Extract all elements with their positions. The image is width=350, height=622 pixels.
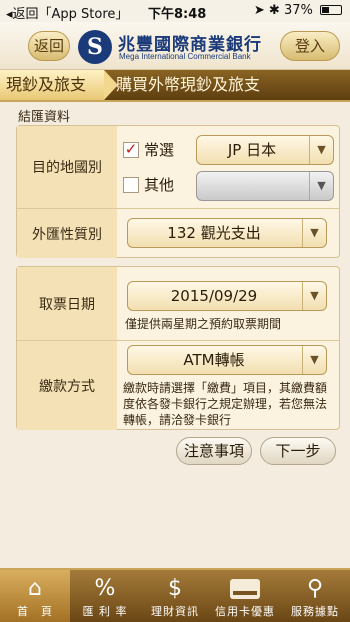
status-icons-text: ➤ ✱ 37% (253, 3, 313, 18)
chevron-down-icon: ▼ (302, 219, 326, 247)
pickup-date-select[interactable]: 2015/09/29 ▼ (127, 281, 327, 311)
tab-label: 信用卡優惠 (215, 605, 275, 618)
exchange-info-panel: 目的地國別 外匯性質別 ✓ 常選 JP 日本 ▼ 其他 ▼ 132 觀光支出 ▼ (16, 125, 340, 258)
payment-method-value: ATM轉帳 (183, 351, 245, 369)
other-country-select[interactable]: ▼ (196, 171, 334, 201)
chevron-down-icon: ▼ (302, 282, 326, 310)
destination-label: 目的地國別 (17, 126, 117, 208)
tab-label: 理財資訊 (151, 605, 199, 618)
section-title: 結匯資料 (18, 110, 71, 125)
fx-nature-label: 外匯性質別 (17, 209, 117, 258)
card-icon (210, 576, 280, 602)
pickup-date-value: 2015/09/29 (170, 287, 258, 305)
status-indicators: ➤ ✱ 37% (254, 3, 342, 18)
pickup-date-note: 僅提供兩星期之預約取票期間 (125, 317, 282, 331)
frequent-country-select[interactable]: JP 日本 ▼ (196, 135, 334, 165)
home-icon: ⌂ (28, 576, 42, 601)
breadcrumb-current-page: 購買外幣現鈔及旅支 (116, 75, 261, 94)
battery-icon (320, 5, 342, 15)
fx-nature-select[interactable]: 132 觀光支出 ▼ (127, 218, 327, 248)
notice-button[interactable]: 注意事項 (176, 437, 252, 465)
tab-label: 服務據點 (291, 605, 339, 618)
frequent-country-label: 常選 (144, 141, 175, 159)
breadcrumb-cash-travelers-cheques[interactable]: 現鈔及旅支 (0, 70, 118, 100)
pickup-payment-panel: 取票日期 繳款方式 2015/09/29 ▼ 僅提供兩星期之預約取票期間 ATM… (16, 266, 340, 430)
tab-home[interactable]: ⌂ 首 頁 (0, 570, 70, 622)
back-button[interactable]: 返回 (28, 31, 70, 61)
frequent-country-value: JP 日本 (227, 141, 277, 159)
payment-method-label: 繳款方式 (17, 341, 117, 430)
tab-rates[interactable]: % 匯 利 率 (70, 570, 140, 622)
bank-logo-icon: S (78, 30, 112, 64)
tab-label: 匯 利 率 (82, 605, 128, 618)
app-header: 返回 S 兆豐國際商業銀行 Mega International Commerc… (0, 22, 350, 70)
status-bar: ◂返回「App Store」 下午8:48 ➤ ✱ 37% (0, 0, 350, 22)
fx-nature-value: 132 觀光支出 (167, 224, 261, 242)
login-button[interactable]: 登入 (280, 31, 340, 61)
chevron-down-icon: ▼ (309, 136, 333, 164)
tab-service-locations[interactable]: ⚲ 服務據點 (280, 570, 350, 622)
tab-wealth-info[interactable]: $ 理財資訊 (140, 570, 210, 622)
tab-label: 首 頁 (17, 605, 53, 618)
percent-icon: % (94, 576, 116, 601)
other-country-checkbox[interactable] (123, 177, 139, 193)
bank-name-en: Mega International Commercial Bank (119, 52, 251, 61)
status-time: 下午8:48 (148, 7, 207, 22)
breadcrumb: 現鈔及旅支 購買外幣現鈔及旅支 (0, 70, 350, 102)
payment-method-select[interactable]: ATM轉帳 ▼ (127, 345, 327, 375)
payment-method-note: 繳款時請選擇「繳費」項目，其繳費額度依各發卡銀行之規定辦理，若您無法轉帳，請洽發… (123, 381, 328, 427)
other-country-label: 其他 (144, 176, 175, 194)
chevron-down-icon: ▼ (309, 172, 333, 200)
bottom-tab-bar: ⌂ 首 頁 % 匯 利 率 $ 理財資訊 信用卡優惠 ⚲ 服務據點 (0, 568, 350, 622)
dollar-icon: $ (168, 576, 182, 601)
return-to-app-store-link[interactable]: ◂返回「App Store」 (6, 3, 128, 22)
chevron-down-icon: ▼ (302, 346, 326, 374)
next-step-button[interactable]: 下一步 (260, 437, 336, 465)
frequent-country-checkbox[interactable]: ✓ (123, 142, 139, 158)
location-pin-icon: ⚲ (306, 576, 324, 601)
pickup-date-label: 取票日期 (17, 267, 117, 340)
tab-credit-card-offers[interactable]: 信用卡優惠 (210, 570, 280, 622)
battery-level (322, 7, 329, 13)
